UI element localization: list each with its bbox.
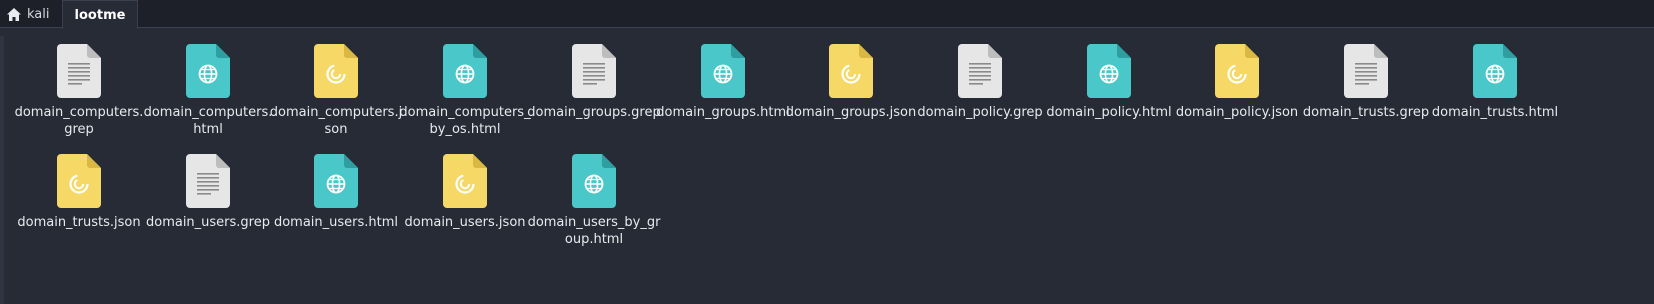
file-item[interactable]: domain_groups.gre​p [526,44,662,156]
html-file-icon [443,44,487,98]
json-file-icon [443,154,487,208]
file-item[interactable]: domain_computers​.html [140,44,276,156]
json-file-icon [1215,44,1259,98]
file-item[interactable]: domain_trusts.html [1427,44,1563,156]
json-file-icon [314,44,358,98]
file-item[interactable]: domain_policy.html [1041,44,1177,156]
file-name: domain_policy.json [1175,105,1299,120]
json-file-icon [829,44,873,98]
file-name: domain_users_by_​group.html [527,215,661,247]
location-bar: kali lootme [0,0,1654,29]
file-name: domain_trusts.html [1431,105,1559,120]
html-file-icon [1087,44,1131,98]
file-item[interactable]: domain_policy.json [1169,44,1305,156]
breadcrumb-home-label: kali [27,6,50,22]
breadcrumb-lootme[interactable]: lootme [62,0,138,29]
html-file-icon [1473,44,1517,98]
file-name: domain_computers​.json [269,105,403,137]
file-name: domain_groups.jso​n [785,105,917,120]
file-item[interactable]: domain_trusts.json [11,154,147,266]
text-file-icon [572,44,616,98]
breadcrumb-home[interactable]: kali [0,0,62,28]
text-file-icon [958,44,1002,98]
file-item[interactable]: domain_trusts.grep [1298,44,1434,156]
file-item[interactable]: domain_users.json [397,154,533,266]
text-file-icon [1344,44,1388,98]
text-file-icon [57,44,101,98]
file-item[interactable]: domain_groups.ht​ml [655,44,791,156]
file-name: domain_computers​.grep [14,105,144,137]
file-name: domain_groups.gre​p [527,105,661,120]
file-name: domain_policy.html [1046,105,1172,120]
file-item[interactable]: domain_computers​.grep [11,44,147,156]
file-item[interactable]: domain_policy.grep [912,44,1048,156]
file-name: domain_groups.ht​ml [656,105,790,120]
file-name: domain_users.html [273,215,399,230]
scroll-edge [0,36,4,304]
file-name: domain_trusts.grep [1302,105,1430,120]
html-file-icon [186,44,230,98]
home-icon [7,7,21,21]
file-name: domain_policy.grep [917,105,1043,120]
file-name: domain_users.grep [145,215,270,230]
html-file-icon [314,154,358,208]
file-name: domain_users.json [404,215,526,230]
file-item[interactable]: domain_users.grep [140,154,276,266]
html-file-icon [701,44,745,98]
file-name: domain_computers​_by_os.html [399,105,531,137]
json-file-icon [57,154,101,208]
text-file-icon [186,154,230,208]
file-item[interactable]: domain_users_by_​group.html [526,154,662,266]
file-name: domain_trusts.json [17,215,141,230]
file-item[interactable]: domain_users.html [268,154,404,266]
file-item[interactable]: domain_computers​_by_os.html [397,44,533,156]
breadcrumb-current-label: lootme [74,7,126,23]
file-item[interactable]: domain_groups.jso​n [783,44,919,156]
file-item[interactable]: domain_computers​.json [268,44,404,156]
file-name: domain_computers​.html [143,105,273,137]
html-file-icon [572,154,616,208]
